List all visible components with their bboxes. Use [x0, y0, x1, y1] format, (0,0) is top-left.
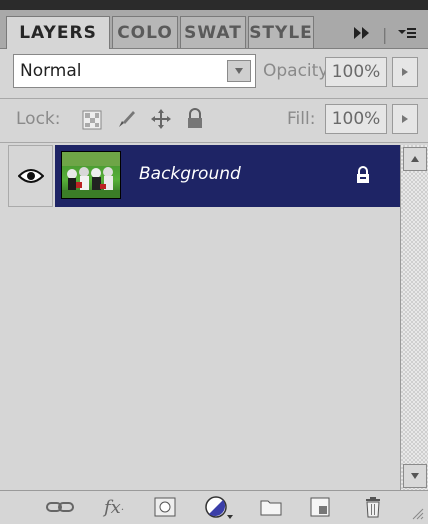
scroll-down-icon[interactable] — [403, 464, 427, 488]
tab-swatches[interactable]: SWAT — [180, 16, 246, 48]
double-arrow-icon[interactable] — [352, 25, 372, 44]
lock-transparent-pixels-icon[interactable] — [82, 110, 102, 134]
link-layers-icon[interactable] — [46, 494, 74, 520]
panel-tab-bar: LAYERS COLO SWAT STYLE | — [0, 10, 428, 49]
blend-mode-value: Normal — [20, 61, 82, 81]
layers-bottom-toolbar: fx. — [0, 490, 428, 524]
opacity-label: Opacity: — [263, 61, 333, 81]
divider — [0, 142, 428, 143]
scroll-up-icon[interactable] — [403, 147, 427, 171]
panel-menu-icon[interactable] — [397, 25, 417, 44]
tab-controls: | — [352, 22, 417, 46]
fill-arrow-icon[interactable] — [392, 104, 418, 134]
fill-label: Fill: — [287, 109, 316, 129]
lock-image-pixels-icon[interactable] — [115, 108, 137, 134]
fill-input[interactable]: 100% — [325, 104, 387, 134]
tab-layers[interactable]: LAYERS — [6, 16, 110, 49]
new-layer-icon[interactable] — [310, 494, 330, 520]
lock-position-icon[interactable] — [150, 108, 172, 134]
layer-thumbnail[interactable] — [61, 151, 121, 199]
divider: | — [382, 24, 388, 44]
layer-selected-highlight[interactable]: Background — [55, 145, 400, 207]
vertical-scrollbar[interactable] — [400, 145, 428, 490]
tab-color[interactable]: COLO — [112, 16, 178, 48]
lock-all-icon[interactable] — [185, 108, 205, 134]
tab-styles[interactable]: STYLE — [248, 16, 314, 48]
divider — [0, 98, 428, 99]
opacity-arrow-icon[interactable] — [392, 57, 418, 87]
panel-top-border — [0, 0, 428, 10]
lock-label: Lock: — [16, 109, 61, 129]
layer-name[interactable]: Background — [139, 164, 241, 184]
trash-icon[interactable] — [364, 494, 382, 520]
resize-grip-icon[interactable] — [410, 505, 424, 524]
blend-mode-select[interactable]: Normal — [13, 54, 256, 88]
chevron-down-icon[interactable] — [227, 60, 251, 82]
layer-mask-icon[interactable] — [154, 494, 176, 520]
adjustment-layer-icon[interactable] — [204, 494, 234, 520]
layers-panel: LAYERS COLO SWAT STYLE | Normal Opacity:… — [0, 0, 428, 524]
layer-row[interactable]: Background — [8, 145, 400, 207]
fx-icon[interactable]: fx. — [104, 494, 124, 520]
visibility-eye-icon[interactable] — [8, 145, 53, 207]
opacity-input[interactable]: 100% — [325, 57, 387, 87]
new-group-icon[interactable] — [260, 494, 282, 520]
layer-lock-icon — [355, 166, 371, 188]
